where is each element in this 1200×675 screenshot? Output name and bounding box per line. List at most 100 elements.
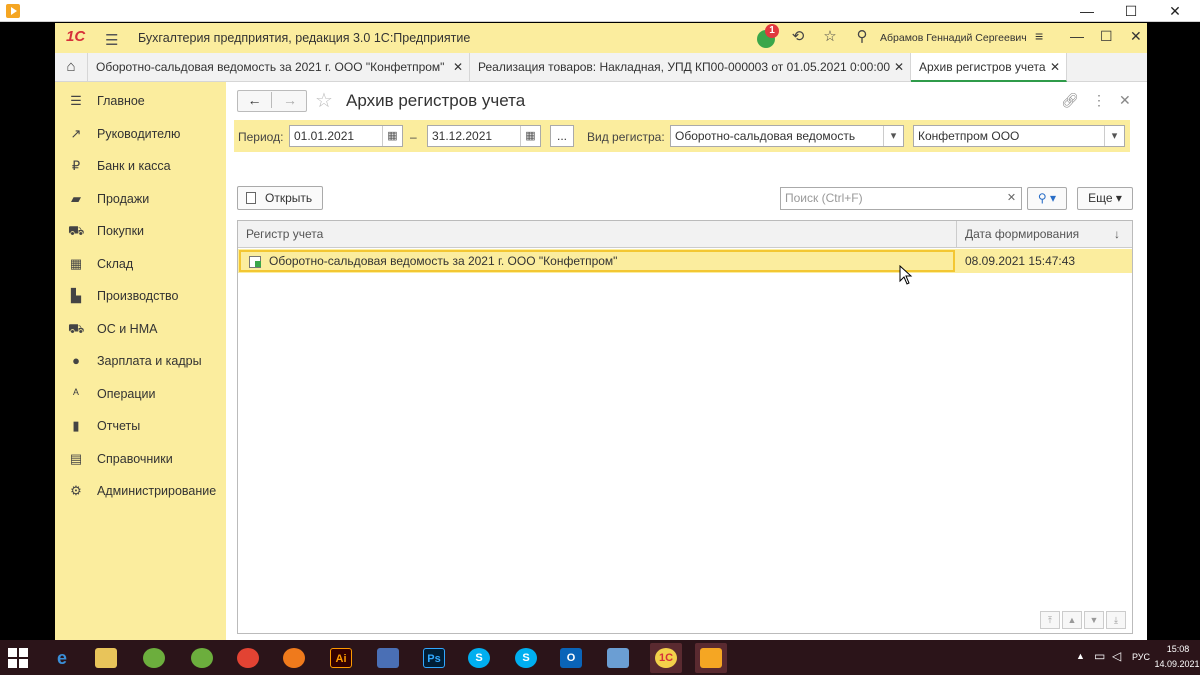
recorder-app-icon	[6, 4, 20, 18]
calendar-icon[interactable]: ▦	[520, 126, 540, 146]
table-row[interactable]: Оборотно-сальдовая ведомость за 2021 г. …	[238, 249, 1132, 273]
sidebar-item[interactable]: ▦ Склад	[55, 254, 226, 276]
language-indicator[interactable]: РУС	[1132, 652, 1150, 662]
tab-sales[interactable]: Реализация товаров: Накладная, УПД КП00-…	[470, 53, 911, 81]
sidebar-item-label: ОС и НМА	[97, 321, 158, 336]
sidebar-item-label: Операции	[97, 386, 156, 401]
register-type-select[interactable]: Оборотно-сальдовая ведомость ▾	[670, 125, 904, 147]
column-header-date[interactable]: Дата формирования ↓	[957, 221, 1132, 248]
home-icon[interactable]: ⌂	[55, 53, 88, 81]
sidebar-item[interactable]: ▰ Продажи	[55, 189, 226, 211]
app-close-button[interactable]: ✕	[1130, 28, 1142, 45]
volume-icon[interactable]: ◁	[1112, 649, 1121, 663]
main-menu-icon[interactable]: ☰	[105, 31, 118, 49]
dropdown-arrow-icon[interactable]: ▾	[883, 126, 903, 146]
tab-close-icon[interactable]: ✕	[894, 53, 904, 81]
tab-osv[interactable]: Оборотно-сальдовая ведомость за 2021 г. …	[88, 53, 470, 81]
clear-search-icon[interactable]: ✕	[1002, 187, 1022, 210]
dropdown-arrow-icon[interactable]: ▾	[1104, 126, 1124, 146]
forward-arrow-icon[interactable]: →	[273, 92, 307, 108]
history-icon[interactable]: ⟲	[787, 27, 809, 49]
windows-start-icon[interactable]	[8, 648, 28, 668]
navigation-buttons: ← →	[237, 90, 307, 112]
scroll-down-icon[interactable]: ▼	[1084, 611, 1104, 629]
app-maximize-button[interactable]: ☐	[1100, 28, 1113, 45]
scroll-top-icon[interactable]: ⤒	[1040, 611, 1060, 629]
sidebar-item[interactable]: ⚙ Администрирование	[55, 481, 226, 503]
factory-icon: ▙	[71, 288, 81, 303]
skype2-icon[interactable]: S	[510, 643, 542, 673]
outlook-icon[interactable]: O	[555, 643, 587, 673]
internet-explorer-icon[interactable]: e	[46, 643, 78, 673]
registers-table: Регистр учета Дата формирования ↓ Оборот…	[237, 220, 1133, 634]
tab-close-icon[interactable]: ✕	[453, 53, 463, 81]
sidebar-item[interactable]: ᴬ Операции	[55, 384, 226, 406]
sidebar-item[interactable]: ▙ Производство	[55, 286, 226, 308]
period-dash: –	[410, 130, 417, 144]
tray-expand-icon[interactable]: ▲	[1076, 651, 1085, 661]
sidebar-item[interactable]: ▤ Справочники	[55, 449, 226, 471]
period-select-button[interactable]: ...	[550, 125, 574, 147]
illustrator-icon[interactable]: Ai	[325, 643, 357, 673]
sidebar-item[interactable]: ↗ Руководителю	[55, 124, 226, 146]
user-name[interactable]: Абрамов Геннадий Сергеевич	[880, 32, 1027, 44]
clock-time[interactable]: 15:08	[1158, 644, 1198, 654]
search-icon[interactable]: ⚲	[851, 27, 873, 49]
file-explorer-icon[interactable]	[90, 643, 122, 673]
recorder-maximize-button[interactable]: ☐	[1112, 0, 1150, 22]
favorites-star-icon[interactable]: ☆	[819, 27, 841, 49]
more-button[interactable]: Еще ▾	[1077, 187, 1133, 210]
network-app-icon[interactable]	[372, 643, 404, 673]
tab-archive[interactable]: Архив регистров учета ✕	[911, 53, 1067, 82]
link-icon[interactable]: 🔗︎	[1061, 92, 1079, 109]
period-to-field[interactable]: 31.12.2021 ▦	[427, 125, 541, 147]
more-vertical-icon[interactable]: ⋮	[1092, 92, 1106, 109]
back-arrow-icon[interactable]: ←	[238, 92, 272, 108]
sidebar-item[interactable]: ⛟ Покупки	[55, 221, 226, 243]
open-button[interactable]: Открыть	[237, 186, 323, 210]
sidebar-item[interactable]: ● Зарплата и кадры	[55, 351, 226, 373]
recorder-minimize-button[interactable]: —	[1068, 0, 1106, 22]
sidebar-item[interactable]: ▮ Отчеты	[55, 416, 226, 438]
sidebar-item[interactable]: ☰ Главное	[55, 91, 226, 113]
gear-icon: ⚙	[70, 483, 82, 498]
firefox-icon[interactable]	[278, 643, 310, 673]
recorder-taskbar-icon[interactable]	[695, 643, 727, 673]
sidebar-item[interactable]: ⛟ ОС и НМА	[55, 319, 226, 341]
1c-icon[interactable]: 1С	[650, 643, 682, 673]
app-minimize-button[interactable]: —	[1070, 28, 1084, 44]
clock-date[interactable]: 14.09.2021	[1152, 659, 1200, 669]
period-from-field[interactable]: 01.01.2021 ▦	[289, 125, 403, 147]
form-close-icon[interactable]: ✕	[1119, 92, 1131, 109]
register-cell[interactable]: Оборотно-сальдовая ведомость за 2021 г. …	[239, 250, 955, 272]
scroll-up-icon[interactable]: ▲	[1062, 611, 1082, 629]
network-icon[interactable]: ▭	[1094, 649, 1105, 663]
app-titlebar: 1С ☰ Бухгалтерия предприятия, редакция 3…	[55, 23, 1147, 53]
settings-menu-icon[interactable]: ≡	[1035, 28, 1043, 44]
toolbar: Открыть Поиск (Ctrl+F) ✕ ⚲ ▾ Еще ▾	[237, 186, 1133, 212]
sidebar-item[interactable]: ₽ Банк и касса	[55, 156, 226, 178]
scroll-bottom-icon[interactable]: ⤓	[1106, 611, 1126, 629]
search-button[interactable]: ⚲ ▾	[1027, 187, 1067, 210]
app-green-icon[interactable]	[138, 643, 170, 673]
column-header-register[interactable]: Регистр учета	[238, 221, 957, 248]
search-input[interactable]: Поиск (Ctrl+F)	[780, 187, 1003, 210]
scroll-buttons: ⤒ ▲ ▼ ⤓	[1040, 611, 1128, 629]
image-viewer-icon[interactable]	[602, 643, 634, 673]
column-header-date-label: Дата формирования	[965, 227, 1080, 241]
sidebar-item-label: Главное	[97, 94, 145, 108]
favorite-star-icon[interactable]: ☆	[315, 88, 333, 113]
skype-icon[interactable]: S	[463, 643, 495, 673]
photoshop-icon[interactable]: Ps	[418, 643, 450, 673]
organization-select[interactable]: Конфетпром ООО ▾	[913, 125, 1125, 147]
recorder-close-button[interactable]: ✕	[1156, 0, 1194, 22]
notifications-bell-icon[interactable]: 1	[755, 24, 779, 49]
calendar-icon[interactable]: ▦	[382, 126, 402, 146]
sidebar-item-label: Справочники	[97, 451, 173, 466]
chrome-icon[interactable]	[232, 643, 264, 673]
sort-down-icon[interactable]: ↓	[1114, 221, 1120, 248]
app-green2-icon[interactable]	[186, 643, 218, 673]
books-icon: ▤	[69, 450, 83, 466]
tab-close-icon[interactable]: ✕	[1050, 53, 1060, 80]
date-cell[interactable]: 08.09.2021 15:47:43	[957, 249, 1132, 273]
